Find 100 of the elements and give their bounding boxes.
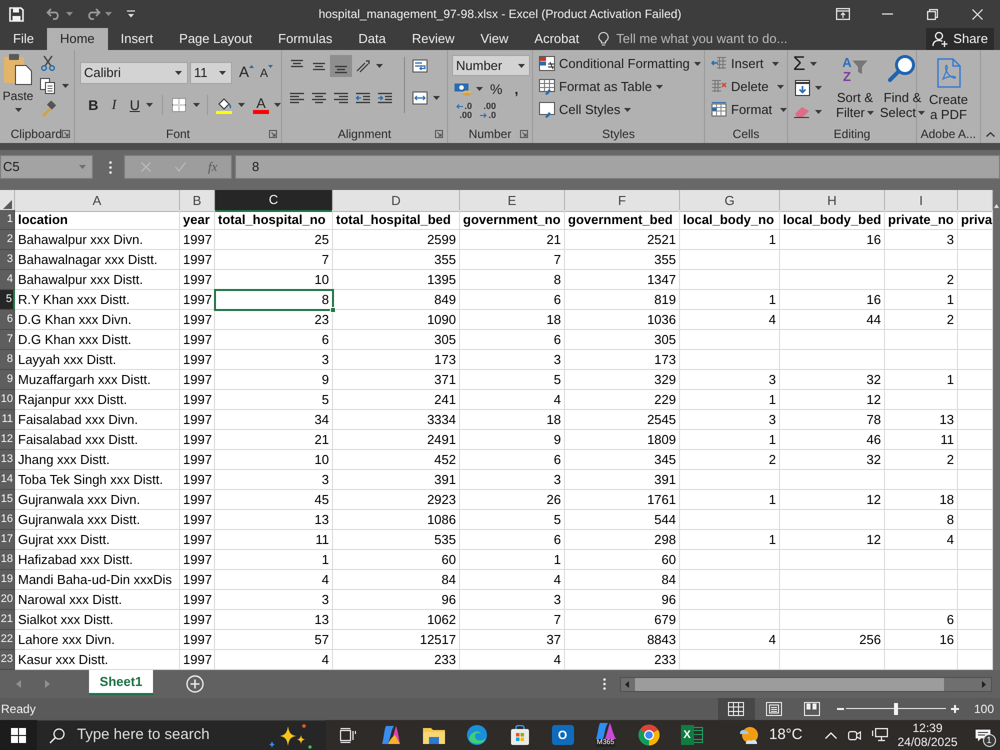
temperature[interactable]: 18°C (769, 724, 803, 746)
row-header[interactable]: 23 (0, 650, 15, 670)
autosum-button[interactable]: Σ (793, 54, 806, 74)
conditional-formatting-button[interactable]: Conditional Formatting (539, 55, 704, 73)
minimize-icon[interactable] (882, 13, 893, 15)
row-header[interactable]: 9 (0, 370, 15, 390)
round-browser-icon[interactable] (638, 724, 660, 746)
format-cells-icon[interactable] (711, 102, 727, 118)
align-left-icon[interactable] (289, 90, 305, 106)
row-header[interactable]: 15 (0, 490, 15, 510)
money-icon[interactable] (454, 82, 472, 96)
page-layout-icon[interactable] (766, 702, 782, 716)
sort-filter-button[interactable]: A Z Sort & Filter (836, 54, 874, 122)
clock-time[interactable]: 12:39 (912, 722, 943, 735)
cloud-sun-icon[interactable] (738, 725, 760, 745)
table-brush-icon[interactable] (539, 79, 555, 95)
caret-icon[interactable] (476, 87, 483, 91)
increase-indent-icon[interactable] (377, 90, 393, 106)
up-arrow-icon[interactable] (994, 204, 999, 208)
column-header[interactable]: H (780, 190, 885, 212)
row-header[interactable]: 12 (0, 430, 15, 450)
plus-icon[interactable] (950, 705, 959, 713)
row-header[interactable]: 14 (0, 470, 15, 490)
caret-icon[interactable] (219, 71, 226, 75)
caret-icon[interactable] (66, 12, 73, 16)
column-header[interactable]: F (565, 190, 680, 212)
tell-me-field[interactable]: Tell me what you want to do... (598, 28, 788, 50)
font-size-field[interactable]: 11 (190, 62, 232, 84)
clipboard-icon[interactable] (3, 53, 33, 85)
arrow-icon[interactable] (480, 113, 488, 118)
ribbon-tab[interactable]: Acrobat (521, 28, 592, 50)
ribbon-tab[interactable]: Page Layout (166, 28, 266, 50)
mail-app-icon[interactable]: O (552, 725, 574, 745)
column-header[interactable]: C (215, 190, 333, 212)
camera-icon[interactable] (848, 728, 861, 742)
person-add-icon[interactable] (932, 31, 948, 47)
caret-icon[interactable] (14, 108, 22, 112)
caret-icon[interactable] (238, 103, 245, 107)
percent-button[interactable]: % (490, 78, 502, 100)
search-icon[interactable] (887, 54, 918, 84)
number-format-field[interactable]: Number (452, 55, 530, 76)
caret-icon[interactable] (780, 108, 788, 112)
caret-icon[interactable] (433, 96, 440, 100)
caret-icon[interactable] (656, 85, 663, 89)
normal-view-icon[interactable] (728, 702, 744, 716)
row-header[interactable]: 21 (0, 610, 15, 630)
page-break-icon[interactable] (804, 702, 820, 716)
more-options-icon[interactable] (109, 161, 112, 174)
more-options-icon[interactable] (603, 678, 606, 690)
ribbon-tab[interactable]: File (0, 28, 47, 50)
windows-logo-icon[interactable] (11, 728, 26, 742)
zoom-level[interactable]: 100 (974, 700, 994, 718)
row-header[interactable]: 6 (0, 310, 15, 330)
decrease-decimal-button[interactable]: .00 .0 (476, 102, 496, 120)
arrow-icon[interactable] (456, 104, 464, 109)
row-header[interactable]: 13 (0, 450, 15, 470)
row-header[interactable]: 8 (0, 350, 15, 370)
column-header[interactable]: D (333, 190, 460, 212)
caret-icon[interactable] (776, 85, 784, 89)
caret-icon[interactable] (624, 108, 632, 112)
decrease-indent-icon[interactable] (355, 90, 371, 106)
minus-icon[interactable] (836, 708, 844, 710)
lightbulb-icon[interactable] (598, 32, 610, 46)
insert-cells-icon[interactable] (711, 56, 727, 72)
underline-button[interactable]: U (125, 94, 144, 116)
insert-button[interactable]: Insert (711, 55, 787, 73)
caret-icon[interactable] (810, 62, 818, 66)
dialog-launcher-icon[interactable] (435, 130, 443, 138)
swirl-icon[interactable] (380, 725, 402, 745)
caret-icon[interactable] (918, 110, 926, 114)
vertical-scrollbar[interactable] (993, 190, 1000, 670)
ribbon-tab[interactable]: Data (345, 28, 399, 50)
ribbon-tab[interactable]: Home (46, 28, 108, 50)
bold-button[interactable]: B (84, 94, 103, 116)
save-icon[interactable] (9, 6, 24, 22)
merge-cells-icon[interactable] (412, 90, 428, 106)
format-button[interactable]: Format (711, 101, 787, 119)
row-header[interactable]: 10 (0, 390, 15, 410)
row-header[interactable]: 1 (0, 210, 15, 230)
column-header[interactable]: I (885, 190, 958, 212)
increase-decimal-button[interactable]: .0 .00 (452, 102, 472, 120)
caret-icon[interactable] (815, 86, 822, 90)
scrollbar-thumb[interactable] (635, 678, 944, 690)
row-header[interactable]: 11 (0, 410, 15, 430)
comma-button[interactable]: , (514, 78, 518, 100)
caret-icon[interactable] (175, 71, 182, 75)
row-header[interactable]: 5 (0, 290, 15, 310)
caret-icon[interactable] (694, 62, 701, 66)
dialog-launcher-icon[interactable] (62, 130, 70, 138)
horizontal-scrollbar[interactable] (620, 676, 992, 692)
ribbon-display-icon[interactable] (836, 8, 850, 20)
caret-icon[interactable] (772, 62, 779, 66)
start-button[interactable] (0, 720, 37, 750)
row-header[interactable]: 22 (0, 630, 15, 650)
column-header[interactable]: B (180, 190, 215, 212)
normal-view-button[interactable] (718, 698, 755, 720)
shopping-bag-icon[interactable] (510, 725, 530, 745)
checkmark-icon[interactable] (175, 162, 186, 172)
down-triangle-icon[interactable] (268, 65, 274, 68)
ribbon-tab[interactable]: View (467, 28, 522, 50)
